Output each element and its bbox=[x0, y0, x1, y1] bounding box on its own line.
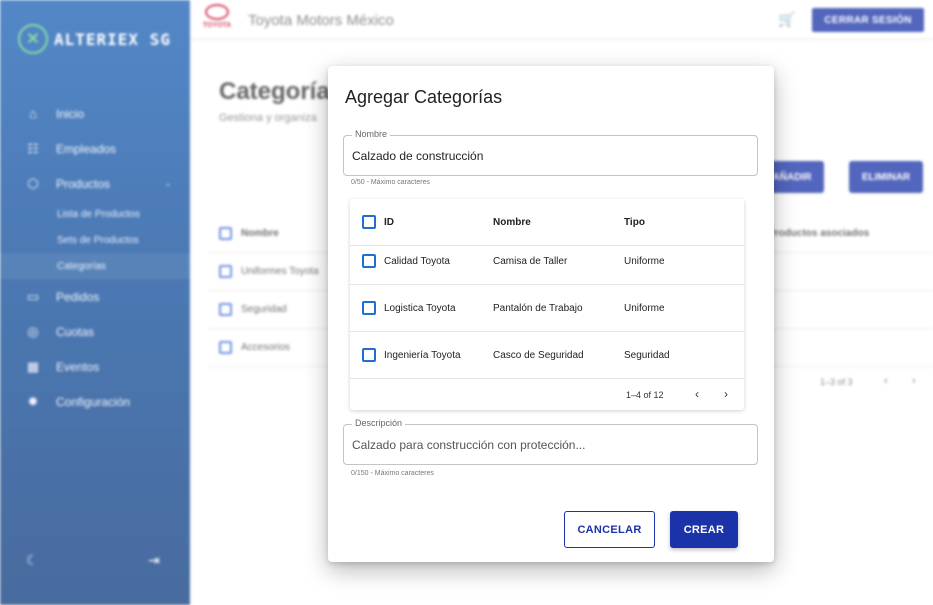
chevron-left-icon[interactable]: ‹ bbox=[695, 387, 699, 401]
cell-id: Calidad Toyota bbox=[384, 255, 450, 267]
cell-id: Ingeniería Toyota bbox=[384, 349, 461, 361]
add-category-dialog: Agregar Categorías Nombre Calzado de con… bbox=[328, 66, 774, 562]
name-field-value[interactable]: Calzado de construcción bbox=[352, 149, 483, 163]
cell-type: Uniforme bbox=[624, 302, 665, 314]
name-field-label: Nombre bbox=[352, 129, 391, 139]
row-checkbox[interactable] bbox=[362, 348, 376, 362]
cell-name: Camisa de Taller bbox=[493, 255, 568, 267]
pagination-text: 1–4 of 12 bbox=[626, 390, 664, 400]
cell-id: Logistica Toyota bbox=[384, 302, 456, 314]
name-field[interactable]: Nombre Calzado de construcción bbox=[343, 129, 758, 176]
table-row[interactable]: Ingeniería Toyota Casco de Seguridad Seg… bbox=[350, 332, 744, 379]
chevron-right-icon[interactable]: › bbox=[724, 387, 728, 401]
table-row[interactable]: Logistica Toyota Pantalón de Trabajo Uni… bbox=[350, 285, 744, 332]
description-field[interactable]: Descripción Calzado para construcción co… bbox=[343, 418, 758, 465]
description-field-value[interactable]: Calzado para construcción con protección… bbox=[352, 438, 585, 452]
row-checkbox[interactable] bbox=[362, 301, 376, 315]
column-header-id: ID bbox=[384, 216, 394, 228]
create-button[interactable]: CREAR bbox=[670, 511, 738, 548]
cell-name: Pantalón de Trabajo bbox=[493, 302, 583, 314]
grid-pagination: 1–4 of 12 ‹ › bbox=[350, 379, 744, 410]
cell-name: Casco de Seguridad bbox=[493, 349, 584, 361]
cell-type: Uniforme bbox=[624, 255, 665, 267]
select-all-checkbox[interactable] bbox=[362, 215, 376, 229]
description-field-helper: 0/150 - Máximo caracteres bbox=[351, 470, 434, 477]
column-header-type: Tipo bbox=[624, 216, 645, 228]
table-row[interactable]: Calidad Toyota Camisa de Taller Uniforme bbox=[350, 238, 744, 285]
products-grid: ID Nombre Tipo Calidad Toyota Camisa de … bbox=[350, 199, 744, 410]
cell-type: Seguridad bbox=[624, 349, 670, 361]
row-checkbox[interactable] bbox=[362, 254, 376, 268]
description-field-label: Descripción bbox=[352, 418, 406, 428]
column-header-name: Nombre bbox=[493, 216, 531, 228]
dialog-title: Agregar Categorías bbox=[345, 87, 503, 107]
cancel-button[interactable]: CANCELAR bbox=[564, 511, 655, 548]
name-field-helper: 0/50 - Máximo caracteres bbox=[351, 179, 430, 186]
